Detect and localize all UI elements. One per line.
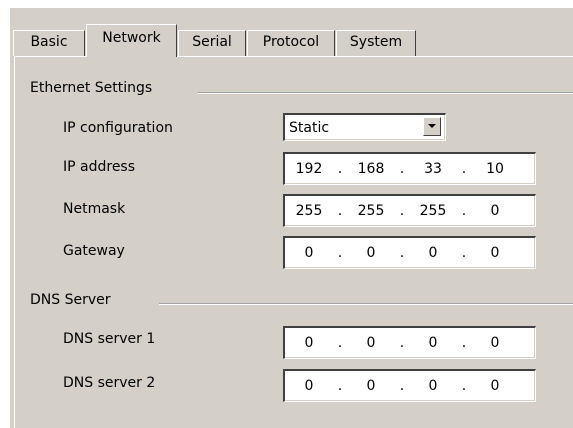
ip-configuration-dropdown-button[interactable] <box>423 117 441 136</box>
dns-server-1-octet-3[interactable]: 0 <box>409 335 457 351</box>
dns-server-2-label: DNS server 2 <box>63 375 156 391</box>
tab-page-left-edge <box>14 56 15 428</box>
ip-address-dot: . <box>399 161 405 177</box>
netmask-dot: . <box>337 203 343 219</box>
tab-protocol[interactable]: Protocol <box>247 30 335 56</box>
dns-server-1-octet-2[interactable]: 0 <box>347 335 395 351</box>
ip-configuration-select[interactable]: Static <box>283 113 446 141</box>
netmask-octet-4[interactable]: 0 <box>471 203 519 219</box>
ip-address-octet-2[interactable]: 168 <box>347 161 395 177</box>
dns-server-1-dot: . <box>461 335 467 351</box>
dns-server-title: DNS Server <box>30 292 111 308</box>
ip-address-octet-1[interactable]: 192 <box>285 161 333 177</box>
dns-server-2-dot: . <box>337 378 343 394</box>
chevron-down-icon <box>428 124 436 128</box>
ip-address-dot: . <box>461 161 467 177</box>
dns-server-1-dot: . <box>337 335 343 351</box>
dns-server-1-dot: . <box>399 335 405 351</box>
ethernet-settings-title: Ethernet Settings <box>30 80 153 96</box>
gateway-octet-4[interactable]: 0 <box>471 245 519 261</box>
ip-address-field[interactable]: 192 . 168 . 33 . 10 <box>283 152 536 185</box>
netmask-octet-1[interactable]: 255 <box>285 203 333 219</box>
gateway-dot: . <box>399 245 405 261</box>
ip-address-octet-4[interactable]: 10 <box>471 161 519 177</box>
netmask-octet-3[interactable]: 255 <box>409 203 457 219</box>
ethernet-settings-rule <box>198 92 573 94</box>
ip-configuration-label: IP configuration <box>63 120 173 136</box>
ip-address-dot: . <box>337 161 343 177</box>
tab-serial[interactable]: Serial <box>178 30 246 56</box>
tab-system[interactable]: System <box>336 30 416 56</box>
dns-server-2-dot: . <box>461 378 467 394</box>
ip-configuration-value: Static <box>289 120 330 136</box>
dns-server-2-octet-2[interactable]: 0 <box>347 378 395 394</box>
dns-server-2-octet-3[interactable]: 0 <box>409 378 457 394</box>
gateway-field[interactable]: 0 . 0 . 0 . 0 <box>283 236 536 269</box>
gateway-label: Gateway <box>63 243 125 259</box>
tab-network[interactable]: Network <box>86 24 177 57</box>
netmask-dot: . <box>399 203 405 219</box>
dns-server-1-label: DNS server 1 <box>63 331 156 347</box>
dns-server-1-field[interactable]: 0 . 0 . 0 . 0 <box>283 326 536 359</box>
tab-basic[interactable]: Basic <box>13 30 85 56</box>
netmask-dot: . <box>461 203 467 219</box>
dns-server-1-octet-1[interactable]: 0 <box>285 335 333 351</box>
gateway-dot: . <box>461 245 467 261</box>
netmask-field[interactable]: 255 . 255 . 255 . 0 <box>283 194 536 227</box>
gateway-octet-2[interactable]: 0 <box>347 245 395 261</box>
dns-server-2-octet-4[interactable]: 0 <box>471 378 519 394</box>
dns-server-2-dot: . <box>399 378 405 394</box>
dns-server-2-field[interactable]: 0 . 0 . 0 . 0 <box>283 369 536 402</box>
ip-address-octet-3[interactable]: 33 <box>409 161 457 177</box>
netmask-label: Netmask <box>63 201 126 217</box>
dns-server-1-octet-4[interactable]: 0 <box>471 335 519 351</box>
gateway-octet-1[interactable]: 0 <box>285 245 333 261</box>
dns-server-rule <box>159 303 573 305</box>
netmask-octet-2[interactable]: 255 <box>347 203 395 219</box>
dns-server-2-octet-1[interactable]: 0 <box>285 378 333 394</box>
gateway-dot: . <box>337 245 343 261</box>
gateway-octet-3[interactable]: 0 <box>409 245 457 261</box>
ip-address-label: IP address <box>63 159 136 175</box>
